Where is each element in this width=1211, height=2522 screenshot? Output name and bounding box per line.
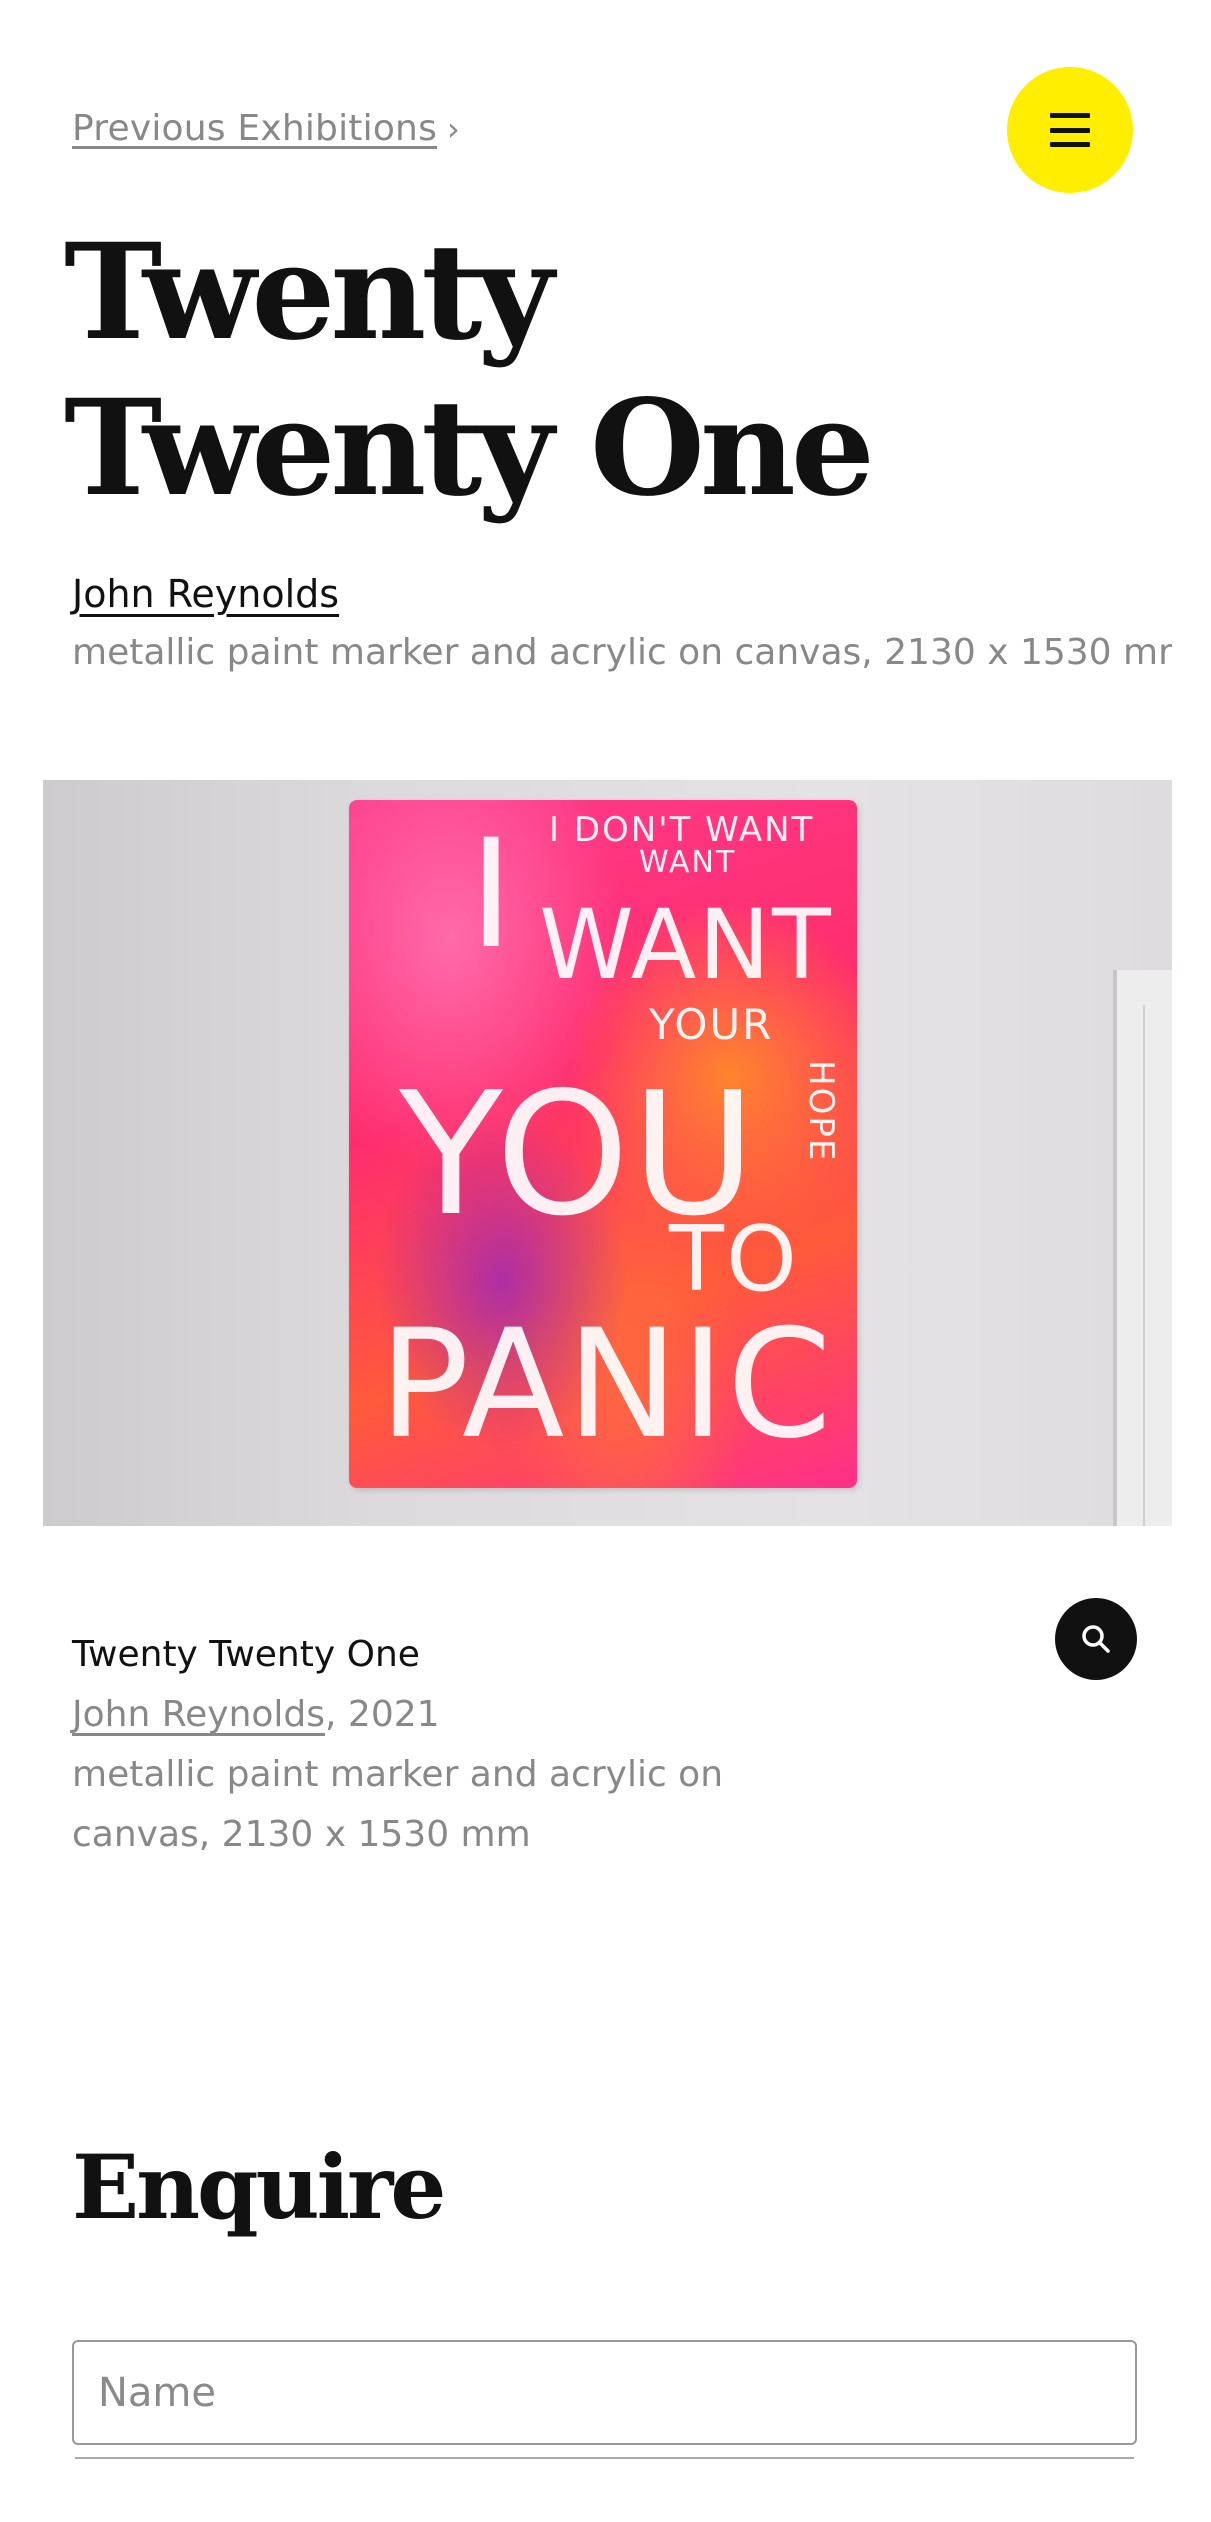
zoom-button[interactable] bbox=[1055, 1598, 1137, 1680]
breadcrumb-link-previous-exhibitions[interactable]: Previous Exhibitions bbox=[72, 108, 437, 149]
caption-artist-link[interactable]: John Reynolds bbox=[72, 1694, 325, 1735]
caption-title: Twenty Twenty One bbox=[72, 1634, 420, 1675]
magnifier-icon bbox=[1082, 1625, 1110, 1653]
painting-text-your: YOUR bbox=[649, 1000, 774, 1049]
breadcrumb: Previous Exhibitions › bbox=[72, 108, 460, 149]
caption-medium-line1: metallic paint marker and acrylic on bbox=[72, 1754, 724, 1795]
artwork-image[interactable]: I DON'T WANT WANT I WANT YOUR HOPE YOU T… bbox=[43, 780, 1172, 1526]
door-edge bbox=[1143, 1005, 1172, 1526]
next-field-edge bbox=[75, 2457, 1134, 2459]
page-title-line2: Twenty One bbox=[64, 371, 875, 526]
artist-link[interactable]: John Reynolds bbox=[72, 572, 339, 616]
hamburger-icon bbox=[1050, 113, 1090, 147]
caption-medium-line2: canvas, 2130 x 1530 mm bbox=[72, 1814, 531, 1855]
enquire-heading: Enquire bbox=[72, 2135, 446, 2239]
painting: I DON'T WANT WANT I WANT YOUR HOPE YOU T… bbox=[349, 800, 857, 1488]
artwork-medium: metallic paint marker and acrylic on can… bbox=[72, 632, 1172, 673]
breadcrumb-separator: › bbox=[447, 110, 461, 148]
painting-text-to: TO bbox=[669, 1207, 799, 1312]
painting-text-i: I bbox=[469, 808, 516, 982]
painting-text-want: WANT bbox=[539, 889, 833, 1001]
caption-year: , 2021 bbox=[325, 1694, 440, 1735]
painting-text-dont-want: I DON'T WANT bbox=[549, 810, 815, 850]
painting-text-panic: PANIC bbox=[379, 1298, 834, 1472]
name-input[interactable] bbox=[72, 2340, 1137, 2445]
caption-artist-year: John Reynolds, 2021 bbox=[72, 1685, 792, 1745]
painting-text-hope: HOPE bbox=[801, 1060, 841, 1163]
menu-button[interactable] bbox=[1007, 67, 1133, 193]
page: Previous Exhibitions › Twenty Twenty One … bbox=[0, 0, 1211, 2522]
page-title: Twenty Twenty One bbox=[64, 215, 875, 527]
artwork-caption: Twenty Twenty One John Reynolds, 2021 me… bbox=[72, 1625, 792, 1865]
page-title-line1: Twenty bbox=[64, 215, 554, 370]
painting-text-want-small: WANT bbox=[639, 845, 737, 880]
